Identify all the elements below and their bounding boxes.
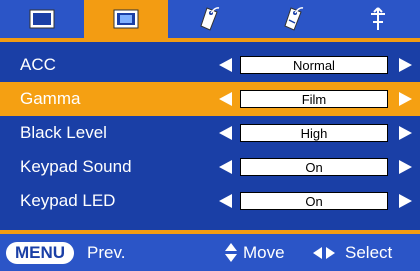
move-label: Move [243, 243, 285, 262]
tab-picture[interactable] [0, 0, 84, 38]
menu-item-black-level[interactable]: Black Level High [0, 116, 420, 150]
value-box: Normal [240, 56, 388, 74]
arrow-left-icon[interactable] [219, 194, 232, 208]
menu-list: ACC Normal Gamma Film Black Level High K… [0, 48, 420, 218]
tab-screen[interactable] [84, 0, 168, 38]
picture-icon [29, 9, 55, 29]
tab-underline [0, 38, 420, 42]
value-box: On [240, 158, 388, 176]
menu-item-label: Keypad Sound [20, 157, 132, 176]
value-box: On [240, 192, 388, 210]
tab-tag-settings[interactable] [252, 0, 336, 38]
prev-label: Prev. [87, 243, 126, 262]
network-icon [371, 7, 385, 30]
arrow-left-icon[interactable] [219, 92, 232, 106]
menu-item-acc[interactable]: ACC Normal [0, 48, 420, 82]
tag-icon [200, 7, 220, 31]
tab-bar [0, 0, 420, 38]
tag-settings-icon [284, 7, 304, 31]
up-down-icon [225, 243, 237, 263]
value-box: High [240, 124, 388, 142]
arrow-left-icon[interactable] [219, 126, 232, 140]
arrow-right-icon[interactable] [399, 58, 412, 72]
screen-icon [113, 9, 139, 29]
arrow-left-icon[interactable] [219, 160, 232, 174]
menu-item-label: ACC [20, 55, 56, 74]
menu-item-gamma[interactable]: Gamma Film [0, 82, 420, 116]
value-box: Film [240, 90, 388, 108]
arrow-right-icon[interactable] [399, 126, 412, 140]
osd-menu: ACC Normal Gamma Film Black Level High K… [0, 0, 420, 271]
arrow-right-icon[interactable] [399, 194, 412, 208]
menu-button[interactable]: MENU [6, 242, 75, 264]
select-label: Select [345, 243, 393, 262]
tab-tag[interactable] [168, 0, 252, 38]
footer-bar: MENU Prev. Move Select [0, 234, 420, 271]
menu-item-keypad-sound[interactable]: Keypad Sound On [0, 150, 420, 184]
arrow-right-icon[interactable] [399, 160, 412, 174]
menu-item-label: Gamma [20, 89, 81, 108]
tab-network[interactable] [336, 0, 420, 38]
menu-item-label: Black Level [20, 123, 107, 142]
left-right-icon [313, 247, 339, 259]
menu-item-label: Keypad LED [20, 191, 116, 210]
arrow-left-icon[interactable] [219, 58, 232, 72]
menu-item-keypad-led[interactable]: Keypad LED On [0, 184, 420, 218]
arrow-right-icon[interactable] [399, 92, 412, 106]
